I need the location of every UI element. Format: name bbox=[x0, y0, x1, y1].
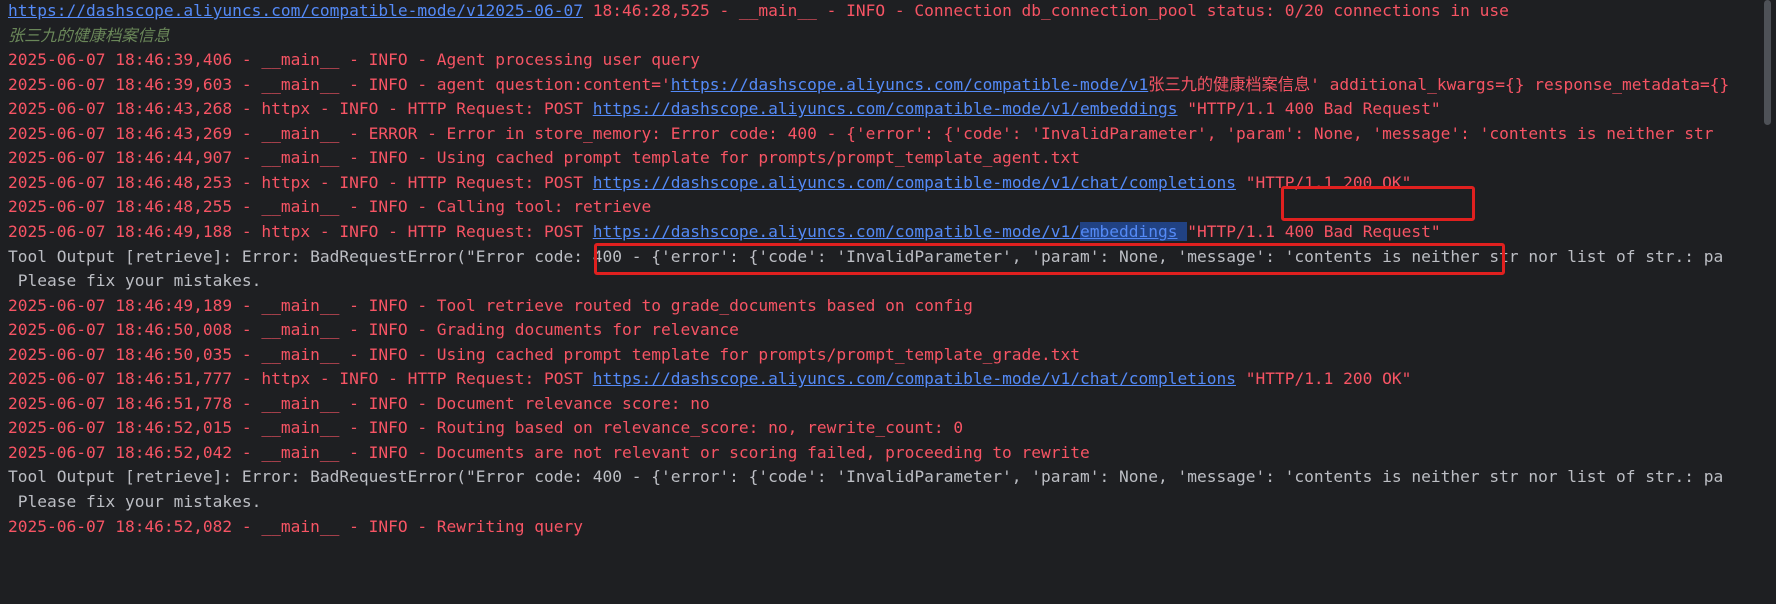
log-line: 2025-06-07 18:46:50,035 - __main__ - INF… bbox=[8, 342, 1080, 368]
log-url-link[interactable]: https://dashscope.aliyuncs.com/compatibl… bbox=[8, 1, 583, 20]
log-text: 2025-06-07 18:46:51,777 - httpx - INFO -… bbox=[8, 369, 593, 389]
log-url-link[interactable]: embeddings bbox=[1080, 221, 1178, 241]
log-line: 2025-06-07 18:46:48,253 - httpx - INFO -… bbox=[8, 170, 1411, 196]
log-line: 2025-06-07 18:46:51,778 - __main__ - INF… bbox=[8, 391, 710, 417]
log-text: 2025-06-07 18:46:48,253 - httpx - INFO -… bbox=[8, 172, 593, 192]
log-line: 2025-06-07 18:46:39,603 - __main__ - INF… bbox=[8, 72, 1729, 98]
log-url-link[interactable]: https://dashscope.aliyuncs.com/compatibl… bbox=[593, 222, 1080, 241]
log-text: Tool Output [retrieve]: Error: BadReques… bbox=[8, 246, 1724, 266]
log-line: 2025-06-07 18:46:49,189 - __main__ - INF… bbox=[8, 293, 973, 319]
log-line: 2025-06-07 18:46:44,907 - __main__ - INF… bbox=[8, 145, 1080, 171]
log-line: 2025-06-07 18:46:52,082 - __main__ - INF… bbox=[8, 514, 583, 540]
user-input-echo: 张三九的健康档案信息 bbox=[8, 23, 170, 49]
log-text: 2025-06-07 18:46:44,907 - __main__ - INF… bbox=[8, 148, 1081, 168]
input-echo-text: 张三九的健康档案信息 bbox=[8, 25, 170, 45]
log-line: 2025-06-07 18:46:52,015 - __main__ - INF… bbox=[8, 415, 963, 441]
log-text: 2025-06-07 18:46:39,406 - __main__ - INF… bbox=[8, 50, 700, 70]
log-text: Tool Output [retrieve]: Error: BadReques… bbox=[8, 467, 1724, 487]
log-text: 2025-06-07 18:46:50,008 - __main__ - INF… bbox=[8, 320, 739, 340]
log-line: Please fix your mistakes. bbox=[8, 489, 262, 515]
log-line: 2025-06-07 18:46:43,269 - __main__ - ERR… bbox=[8, 121, 1714, 147]
log-text: 2025-06-07 18:46:51,778 - __main__ - INF… bbox=[8, 393, 710, 413]
log-text: 2025-06-07 18:46:50,035 - __main__ - INF… bbox=[8, 344, 1081, 364]
log-text: 张三九的健康档案信息' additional_kwargs={} respons… bbox=[1148, 74, 1730, 94]
scrollbar-thumb[interactable] bbox=[1764, 0, 1771, 125]
log-text: 18:46:28,525 - __main__ - INFO - Connect… bbox=[583, 1, 1509, 20]
log-url-link[interactable]: https://dashscope.aliyuncs.com/compatibl… bbox=[593, 99, 1178, 118]
log-line: 2025-06-07 18:46:51,777 - httpx - INFO -… bbox=[8, 366, 1411, 392]
console-output[interactable]: https://dashscope.aliyuncs.com/compatibl… bbox=[0, 0, 1760, 604]
log-line: 2025-06-07 18:46:39,406 - __main__ - INF… bbox=[8, 47, 700, 73]
log-text: Please fix your mistakes. bbox=[8, 492, 262, 511]
log-line: Please fix your mistakes. bbox=[8, 268, 262, 294]
log-text: Please fix your mistakes. bbox=[8, 271, 262, 291]
log-line: Tool Output [retrieve]: Error: BadReques… bbox=[8, 244, 1723, 270]
log-line: https://dashscope.aliyuncs.com/compatibl… bbox=[8, 0, 1509, 24]
log-line: 2025-06-07 18:46:50,008 - __main__ - INF… bbox=[8, 317, 739, 343]
log-text: 2025-06-07 18:46:39,603 - __main__ - INF… bbox=[8, 74, 671, 94]
log-url-link[interactable]: https://dashscope.aliyuncs.com/compatibl… bbox=[593, 369, 1236, 388]
log-text: 2025-06-07 18:46:48,255 - __main__ - INF… bbox=[8, 197, 652, 217]
log-text: 2025-06-07 18:46:49,189 - __main__ - INF… bbox=[8, 295, 973, 315]
log-text: "HTTP/1.1 200 OK" bbox=[1235, 172, 1412, 192]
log-text: 2025-06-07 18:46:52,042 - __main__ - INF… bbox=[8, 442, 1090, 462]
log-text: "HTTP/1.1 200 OK" bbox=[1235, 369, 1412, 389]
log-line: 2025-06-07 18:46:48,255 - __main__ - INF… bbox=[8, 194, 651, 220]
vertical-scrollbar[interactable] bbox=[1760, 0, 1776, 604]
log-text: 2025-06-07 18:46:43,269 - __main__ - ERR… bbox=[8, 123, 1714, 143]
log-url-link[interactable]: https://dashscope.aliyuncs.com/compatibl… bbox=[593, 173, 1236, 192]
log-line: 2025-06-07 18:46:49,188 - httpx - INFO -… bbox=[8, 219, 1441, 245]
log-text: 2025-06-07 18:46:43,268 - httpx - INFO -… bbox=[8, 99, 593, 119]
log-text: 2025-06-07 18:46:49,188 - httpx - INFO -… bbox=[8, 221, 593, 241]
log-text: "HTTP/1.1 400 Bad Request" bbox=[1177, 99, 1441, 119]
log-line: Tool Output [retrieve]: Error: BadReques… bbox=[8, 464, 1723, 490]
log-text: "HTTP/1.1 400 Bad Request" bbox=[1187, 221, 1441, 241]
log-text bbox=[1177, 221, 1188, 241]
log-line: 2025-06-07 18:46:52,042 - __main__ - INF… bbox=[8, 440, 1090, 466]
log-text: 2025-06-07 18:46:52,015 - __main__ - INF… bbox=[8, 418, 964, 438]
log-url-link[interactable]: https://dashscope.aliyuncs.com/compatibl… bbox=[671, 75, 1149, 94]
log-line: 2025-06-07 18:46:43,268 - httpx - INFO -… bbox=[8, 96, 1441, 122]
log-text: 2025-06-07 18:46:52,082 - __main__ - INF… bbox=[8, 516, 583, 536]
